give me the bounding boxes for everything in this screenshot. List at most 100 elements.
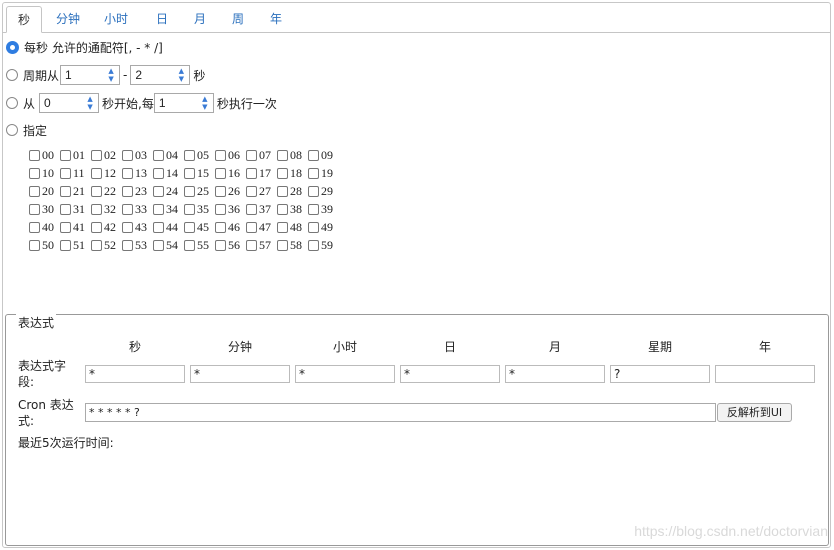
second-checkbox-34[interactable]: 34 [153,202,178,217]
checkbox-box[interactable] [277,186,288,197]
second-checkbox-13[interactable]: 13 [122,166,147,181]
checkbox-box[interactable] [184,186,195,197]
checkbox-box[interactable] [91,204,102,215]
second-checkbox-33[interactable]: 33 [122,202,147,217]
checkbox-box[interactable] [60,240,71,251]
checkbox-box[interactable] [277,240,288,251]
second-checkbox-48[interactable]: 48 [277,220,302,235]
checkbox-box[interactable] [184,168,195,179]
tab-year[interactable]: 年 [258,6,294,33]
second-checkbox-46[interactable]: 46 [215,220,240,235]
field-hour-input[interactable]: * [295,365,395,383]
second-checkbox-32[interactable]: 32 [91,202,116,217]
second-checkbox-56[interactable]: 56 [215,238,240,253]
specify-radio[interactable] [6,124,18,136]
second-checkbox-49[interactable]: 49 [308,220,333,235]
field-day-input[interactable]: * [400,365,500,383]
checkbox-box[interactable] [215,222,226,233]
second-checkbox-54[interactable]: 54 [153,238,178,253]
field-second-input[interactable]: * [85,365,185,383]
second-checkbox-59[interactable]: 59 [308,238,333,253]
second-checkbox-29[interactable]: 29 [308,184,333,199]
stepper-arrows-icon[interactable]: ▲ ▼ [197,94,213,112]
second-checkbox-53[interactable]: 53 [122,238,147,253]
second-checkbox-08[interactable]: 08 [277,148,302,163]
checkbox-box[interactable] [308,186,319,197]
second-checkbox-40[interactable]: 40 [29,220,54,235]
checkbox-box[interactable] [246,222,257,233]
second-checkbox-03[interactable]: 03 [122,148,147,163]
checkbox-box[interactable] [29,204,40,215]
second-checkbox-01[interactable]: 01 [60,148,85,163]
tab-minute[interactable]: 分钟 [50,6,86,33]
tab-week[interactable]: 周 [220,6,256,33]
field-month-input[interactable]: * [505,365,605,383]
checkbox-box[interactable] [29,168,40,179]
checkbox-box[interactable] [60,168,71,179]
checkbox-box[interactable] [60,222,71,233]
checkbox-box[interactable] [153,186,164,197]
checkbox-box[interactable] [277,150,288,161]
second-checkbox-27[interactable]: 27 [246,184,271,199]
second-checkbox-36[interactable]: 36 [215,202,240,217]
second-checkbox-41[interactable]: 41 [60,220,85,235]
second-checkbox-39[interactable]: 39 [308,202,333,217]
checkbox-box[interactable] [153,240,164,251]
checkbox-box[interactable] [184,150,195,161]
second-checkbox-11[interactable]: 11 [60,166,85,181]
checkbox-box[interactable] [60,150,71,161]
second-checkbox-45[interactable]: 45 [184,220,209,235]
checkbox-box[interactable] [246,168,257,179]
checkbox-box[interactable] [122,240,133,251]
second-checkbox-20[interactable]: 20 [29,184,54,199]
checkbox-box[interactable] [215,204,226,215]
second-checkbox-04[interactable]: 04 [153,148,178,163]
checkbox-box[interactable] [122,204,133,215]
checkbox-box[interactable] [184,240,195,251]
checkbox-box[interactable] [277,204,288,215]
tab-month[interactable]: 月 [182,6,218,33]
checkbox-box[interactable] [184,204,195,215]
checkbox-box[interactable] [308,204,319,215]
checkbox-box[interactable] [60,204,71,215]
tab-hour[interactable]: 小时 [98,6,134,33]
checkbox-box[interactable] [246,150,257,161]
second-checkbox-09[interactable]: 09 [308,148,333,163]
checkbox-box[interactable] [215,168,226,179]
second-checkbox-21[interactable]: 21 [60,184,85,199]
cron-expression-input[interactable]: * * * * * ? [85,403,716,422]
second-checkbox-14[interactable]: 14 [153,166,178,181]
stepper-arrows-icon[interactable]: ▲ ▼ [82,94,98,112]
second-checkbox-05[interactable]: 05 [184,148,209,163]
checkbox-box[interactable] [91,222,102,233]
stepper-arrows-icon[interactable]: ▲ ▼ [173,66,189,84]
second-checkbox-52[interactable]: 52 [91,238,116,253]
second-checkbox-57[interactable]: 57 [246,238,271,253]
second-checkbox-31[interactable]: 31 [60,202,85,217]
checkbox-box[interactable] [215,150,226,161]
checkbox-box[interactable] [29,186,40,197]
second-checkbox-25[interactable]: 25 [184,184,209,199]
field-minute-input[interactable]: * [190,365,290,383]
second-checkbox-55[interactable]: 55 [184,238,209,253]
second-checkbox-00[interactable]: 00 [29,148,54,163]
stepper-arrows-icon[interactable]: ▲ ▼ [103,66,119,84]
second-checkbox-16[interactable]: 16 [215,166,240,181]
checkbox-box[interactable] [122,150,133,161]
checkbox-box[interactable] [308,222,319,233]
checkbox-box[interactable] [215,186,226,197]
checkbox-box[interactable] [91,150,102,161]
checkbox-box[interactable] [153,150,164,161]
second-checkbox-50[interactable]: 50 [29,238,54,253]
second-checkbox-30[interactable]: 30 [29,202,54,217]
second-checkbox-47[interactable]: 47 [246,220,271,235]
second-checkbox-51[interactable]: 51 [60,238,85,253]
second-checkbox-24[interactable]: 24 [153,184,178,199]
second-checkbox-35[interactable]: 35 [184,202,209,217]
second-checkbox-17[interactable]: 17 [246,166,271,181]
tab-second[interactable]: 秒 [6,6,42,33]
checkbox-box[interactable] [246,186,257,197]
checkbox-box[interactable] [153,204,164,215]
checkbox-box[interactable] [122,168,133,179]
cycle-to-stepper[interactable]: 2 ▲ ▼ [130,65,191,85]
